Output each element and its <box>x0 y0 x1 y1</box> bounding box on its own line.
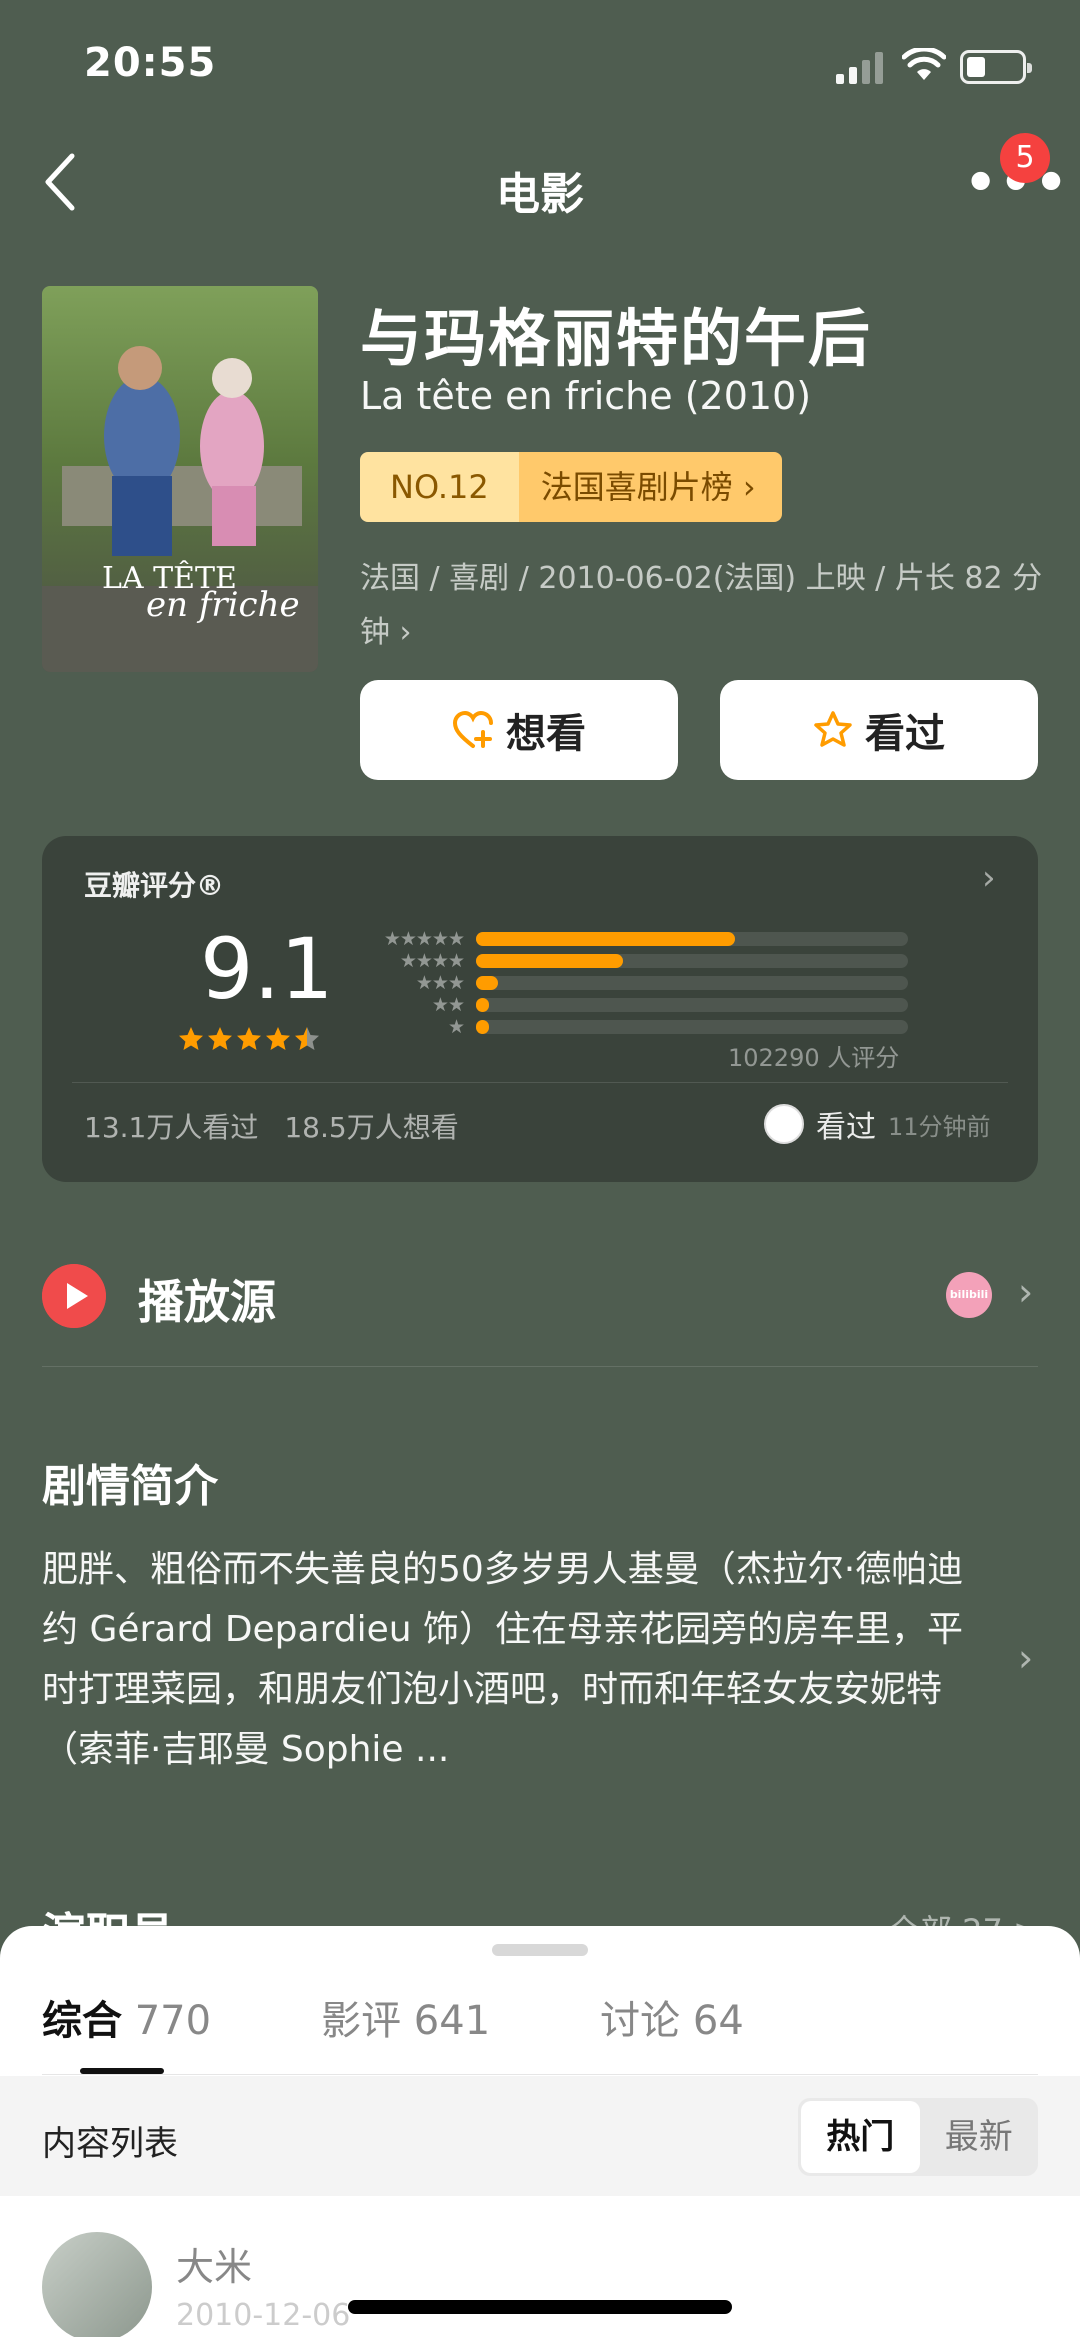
status-time: 20:55 <box>84 40 217 86</box>
rating-score: 9.1 <box>200 920 334 1018</box>
movie-poster[interactable]: LA TÊTE en friche <box>42 286 318 672</box>
avatar <box>764 1104 804 1144</box>
watched-button[interactable]: 看过 <box>720 680 1038 780</box>
star-icon <box>266 1027 290 1050</box>
review-username[interactable]: 大米 <box>176 2236 252 2291</box>
sort-toggle[interactable]: 热门 最新 <box>798 2098 1038 2176</box>
rating-row: ★★★★ <box>354 950 908 972</box>
rating-distribution: ★★★★★ ★★★★ ★★★ ★★ ★ <box>354 928 908 1038</box>
star-icon <box>208 1027 232 1050</box>
rank-list-name: 法国喜剧片榜 › <box>518 452 782 522</box>
rating-row: ★★ <box>354 994 908 1016</box>
watch-stats[interactable]: 13.1万人看过 18.5万人想看 <box>84 1106 459 1146</box>
star-icon <box>179 1027 203 1050</box>
half-star-icon <box>295 1027 319 1050</box>
want-to-watch-button[interactable]: 想看 <box>360 680 678 780</box>
sort-hot[interactable]: 热门 <box>801 2101 920 2173</box>
rating-stars <box>179 1027 319 1050</box>
svg-text:en friche: en friche <box>146 585 300 625</box>
tab-discussions[interactable]: 讨论 64 <box>600 1988 744 2046</box>
cellular-signal-icon <box>836 52 883 84</box>
want-label: 想看 <box>506 711 586 757</box>
rating-row: ★★★★★ <box>354 928 908 950</box>
rating-row-stars: ★ <box>447 1016 465 1038</box>
bottom-sheet[interactable]: 综合 770 影评 641 讨论 64 内容列表 热门 最新 大米 2010-1… <box>0 1926 1080 2337</box>
rating-bar <box>476 1020 908 1034</box>
rating-bar-fill <box>476 998 489 1012</box>
sheet-tabs: 综合 770 影评 641 讨论 64 <box>42 1988 744 2046</box>
rating-count: 102290 人评分 <box>728 1044 900 1072</box>
rating-bar <box>476 998 908 1012</box>
tab-reviews[interactable]: 影评 641 <box>321 1988 490 2046</box>
wifi-icon <box>902 48 946 80</box>
rating-row: ★ <box>354 1016 908 1038</box>
my-status-label: 看过 <box>816 1110 876 1145</box>
rating-bar-fill <box>476 976 498 990</box>
play-icon[interactable] <box>42 1264 106 1328</box>
list-header: 内容列表 热门 最新 <box>0 2076 1080 2196</box>
rating-bar-fill <box>476 1020 489 1034</box>
rank-number: NO.12 <box>360 452 519 522</box>
bilibili-icon[interactable]: bilibili <box>946 1272 992 1318</box>
rating-row: ★★★ <box>354 972 908 994</box>
synopsis-text[interactable]: 肥胖、粗俗而不失善良的50多岁男人基曼（杰拉尔·德帕迪约 Gérard Depa… <box>42 1540 992 1780</box>
home-indicator[interactable] <box>348 2300 732 2314</box>
play-source-label[interactable]: 播放源 <box>138 1266 276 1332</box>
review-date: 2010-12-06 <box>176 2298 351 2333</box>
chevron-right-icon[interactable]: › <box>1018 1270 1033 1314</box>
drag-handle[interactable] <box>492 1944 588 1956</box>
rating-label: 豆瓣评分® <box>84 869 225 902</box>
rating-bar-fill <box>476 932 736 946</box>
divider <box>42 1366 1038 1367</box>
movie-original-title: La tête en friche (2010) <box>360 374 812 418</box>
star-icon <box>237 1027 261 1050</box>
rating-row-stars: ★★★★ <box>399 950 465 972</box>
divider <box>42 2074 1038 2075</box>
watched-count: 13.1万人看过 <box>84 1111 259 1144</box>
tab-overview[interactable]: 综合 770 <box>42 1988 211 2046</box>
meta-line: 钟 › <box>360 615 412 650</box>
chevron-right-icon[interactable]: › <box>982 858 996 898</box>
battery-icon <box>960 50 1032 84</box>
chevron-right-icon[interactable]: › <box>1018 1636 1033 1680</box>
wanted-count: 18.5万人想看 <box>284 1111 459 1144</box>
rating-row-stars: ★★ <box>431 994 465 1016</box>
rating-row-stars: ★★★ <box>415 972 465 994</box>
my-status-time: 11分钟前 <box>888 1112 991 1141</box>
rating-bar <box>476 932 908 946</box>
divider <box>72 1082 1008 1083</box>
rating-card[interactable]: 豆瓣评分® › 9.1 ★★★★★ ★★★★ ★★★ ★★ ★ 102290 人评分 1… <box>42 836 1038 1182</box>
star-outline-icon <box>814 711 852 747</box>
synopsis-title: 剧情简介 <box>42 1461 218 1512</box>
rating-bar-fill <box>476 954 623 968</box>
rating-bar <box>476 976 908 990</box>
ranking-badge[interactable]: NO.12 法国喜剧片榜 › <box>360 452 782 522</box>
movie-meta[interactable]: 法国 / 喜剧 / 2010-06-02(法国) 上映 / 片长 82 分 钟 … <box>360 552 1050 660</box>
my-status[interactable]: 看过 11分钟前 <box>764 1102 991 1146</box>
list-label: 内容列表 <box>42 2124 178 2164</box>
seen-label: 看过 <box>865 711 945 757</box>
page-title: 电影 <box>496 169 584 220</box>
heart-plus-icon <box>452 710 493 748</box>
movie-title: 与玛格丽特的午后 <box>360 302 873 375</box>
rating-row-stars: ★★★★★ <box>383 928 465 950</box>
avatar[interactable] <box>42 2232 152 2337</box>
rating-bar <box>476 954 908 968</box>
meta-line: 法国 / 喜剧 / 2010-06-02(法国) 上映 / 片长 82 分 <box>360 561 1043 596</box>
sort-latest[interactable]: 最新 <box>920 2101 1039 2173</box>
notification-badge: 5 <box>1000 133 1050 183</box>
